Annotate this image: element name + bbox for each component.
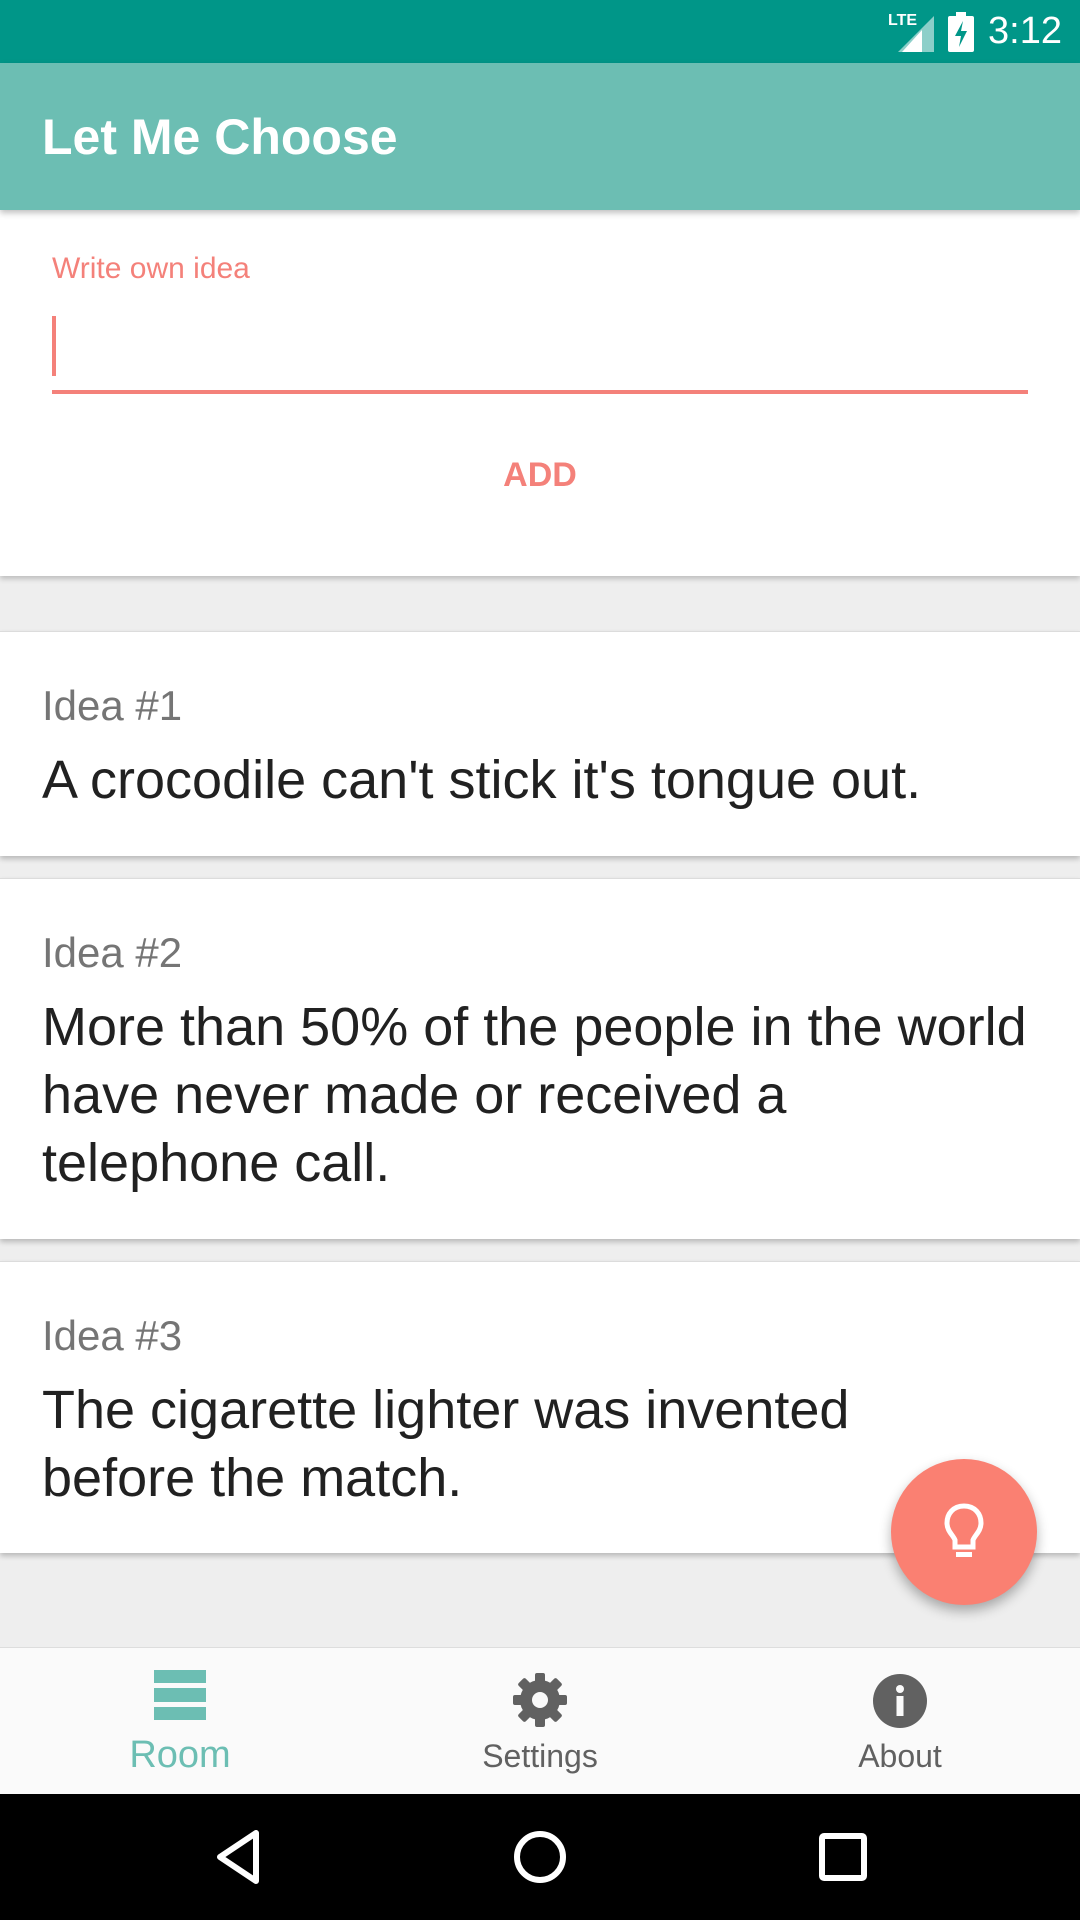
bottom-navigation: Room Settings About [0, 1647, 1080, 1795]
idea-title: Idea #1 [42, 682, 183, 729]
nav-item-room[interactable]: Room [0, 1648, 360, 1795]
nav-label-settings: Settings [482, 1738, 598, 1774]
nav-item-about[interactable]: About [720, 1648, 1080, 1795]
status-icons: LTE 3:12 [888, 0, 1062, 63]
back-icon[interactable] [210, 1827, 270, 1887]
app-title: Let Me Choose [42, 109, 398, 165]
idea-card-2[interactable]: Idea #2 More than 50% of the people in t… [0, 878, 1080, 1239]
idea-text: A crocodile can't stick it's tongue out. [42, 750, 922, 810]
idea-text: The cigarette lighter was invented befor… [42, 1380, 850, 1508]
idea-input-card: Write own idea ADD [0, 210, 1080, 576]
status-time: 3:12 [988, 10, 1062, 52]
lte-signal-icon: LTE [888, 12, 935, 52]
recents-icon[interactable] [813, 1827, 873, 1887]
info-icon [873, 1674, 927, 1728]
add-button[interactable]: ADD [440, 440, 640, 510]
status-bar: LTE 3:12 [0, 0, 1080, 63]
app-bar: Let Me Choose [0, 63, 1080, 210]
suggest-idea-fab[interactable] [891, 1459, 1037, 1605]
room-icon [154, 1670, 206, 1720]
system-navigation-bar [0, 1794, 1080, 1920]
idea-input-field[interactable] [52, 306, 1028, 394]
idea-text: More than 50% of the people in the world… [42, 997, 1027, 1193]
home-icon[interactable] [510, 1827, 570, 1887]
gear-icon [513, 1673, 567, 1727]
lightbulb-icon [944, 1503, 984, 1561]
text-caret [52, 316, 56, 376]
nav-label-room: Room [129, 1734, 231, 1776]
idea-title: Idea #3 [42, 1312, 183, 1359]
nav-label-about: About [858, 1738, 942, 1774]
battery-charging-icon [948, 11, 975, 52]
idea-input-label: Write own idea [52, 252, 250, 285]
nav-item-settings[interactable]: Settings [360, 1648, 720, 1795]
idea-title: Idea #2 [42, 929, 183, 976]
idea-card-1[interactable]: Idea #1 A crocodile can't stick it's ton… [0, 631, 1080, 856]
